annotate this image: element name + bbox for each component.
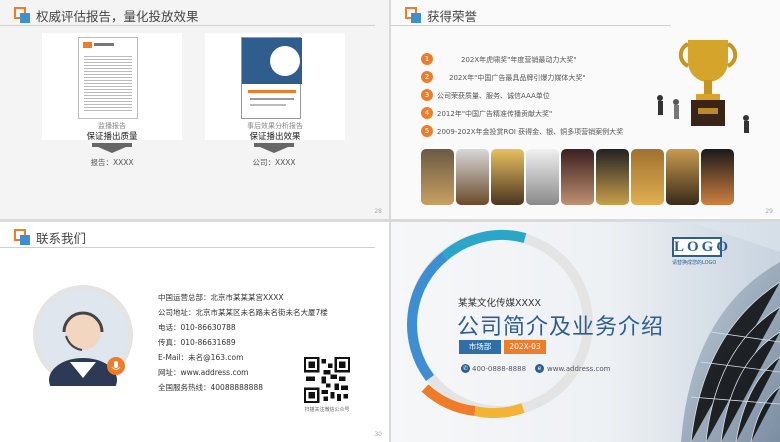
award-photo	[666, 149, 699, 205]
phone-icon: ✆	[461, 364, 470, 373]
award-photo	[631, 149, 664, 205]
award-photo	[526, 149, 559, 205]
award-photo	[456, 149, 489, 205]
slide-thumbnail-29[interactable]: 获得荣誉 1 202X年虎啸奖"年度营销最动力大奖" 2 202X年"中国广告最…	[391, 0, 780, 219]
award-photo	[596, 149, 629, 205]
honor-number: 2	[421, 71, 433, 83]
slide-title: 权威评估报告，量化投放效果	[36, 9, 199, 24]
award-photo	[491, 149, 524, 205]
slide-thumbnail-28[interactable]: 权威评估报告，量化投放效果 监播报告 保证播出质量 报告：XXXX 事后效果分析…	[0, 0, 389, 219]
honor-number: 5	[421, 125, 433, 137]
honor-item: 2009-202X年金投赏ROI 获得金、银、铜多项营销案例大奖	[437, 128, 624, 136]
title-corner-icon	[14, 229, 30, 245]
logo-placeholder: LOGO	[672, 237, 732, 257]
date-badge: 202X-03	[504, 340, 546, 354]
honor-number: 1	[421, 53, 433, 65]
honor-item: 2012年"中国广告精准传播贡献大奖"	[437, 110, 553, 118]
customer-service-avatar	[33, 285, 133, 386]
phone-number: 400-0888-8888	[472, 365, 527, 373]
down-arrow-icon	[92, 143, 132, 153]
card-footer: 报告：XXXX	[90, 158, 134, 167]
slide-thumbnail-30[interactable]: 联系我们 中国运营总部：北京市某某某宫XXXX 公司地址：北京市某某区未名路未名…	[0, 222, 389, 442]
effect-report-image	[241, 37, 302, 119]
title-divider	[391, 25, 671, 26]
contact-hq: 中国运营总部：北京市某某某宫XXXX	[158, 293, 284, 302]
card-footer: 公司：XXXX	[252, 158, 296, 167]
contact-email: E-Mail：未名@163.com	[158, 353, 244, 362]
monitoring-report-image	[78, 37, 138, 119]
logo-subtitle: 请替换成您的LOGO	[672, 260, 717, 266]
card-subtitle: 保证播出质量	[86, 132, 138, 142]
honor-number: 4	[421, 107, 433, 119]
honor-item: 202X年虎啸奖"年度营销最动力大奖"	[461, 56, 577, 64]
title-corner-icon	[405, 7, 421, 23]
slide-title: 获得荣誉	[427, 9, 478, 24]
report-card-effect: 事后效果分析报告 保证播出效果	[205, 33, 345, 142]
title-divider	[0, 25, 375, 26]
page-number: 29	[765, 208, 773, 215]
web-icon: e	[535, 364, 544, 373]
contact-phone: 电话：010-86630788	[158, 323, 236, 332]
company-name: 某某文化传媒XXXX	[458, 298, 542, 309]
contact-fax: 传真：010-86631689	[158, 338, 236, 347]
page-number: 30	[374, 431, 382, 438]
down-arrow-icon	[254, 143, 294, 153]
slide-thumbnail-cover[interactable]: LOGO 请替换成您的LOGO 某某文化传媒XXXX 公司简介及业务介绍 市场部…	[391, 222, 780, 442]
trophy-with-people-image	[657, 40, 749, 133]
contact-website: 网址：www.address.com	[158, 368, 249, 377]
qr-caption: 扫描关注微信公众号	[304, 407, 350, 413]
honor-item: 202X年"中国广告最具品牌引爆力媒体大奖"	[449, 74, 586, 82]
department-badge: 市场部	[459, 340, 501, 354]
title-divider	[0, 247, 375, 248]
award-photo	[701, 149, 734, 205]
title-corner-icon	[14, 7, 30, 23]
contact-address: 公司地址：北京市某某区未名路未名街未名大厦7楼	[158, 308, 328, 317]
award-photo	[561, 149, 594, 205]
contact-hotline: 全国服务热线：40088888888	[158, 383, 263, 392]
page-number: 28	[374, 208, 382, 215]
honor-item: 公司荣获质量、服务、诚信AAA单位	[437, 92, 550, 100]
award-photo	[421, 149, 454, 205]
card-subtitle: 保证播出效果	[249, 132, 301, 142]
honor-number: 3	[421, 89, 433, 101]
website: www.address.com	[547, 365, 611, 373]
main-title: 公司简介及业务介绍	[457, 315, 665, 340]
qr-code-image	[304, 357, 350, 403]
report-card-monitoring: 监播报告 保证播出质量	[42, 33, 182, 142]
slide-title: 联系我们	[36, 231, 87, 246]
